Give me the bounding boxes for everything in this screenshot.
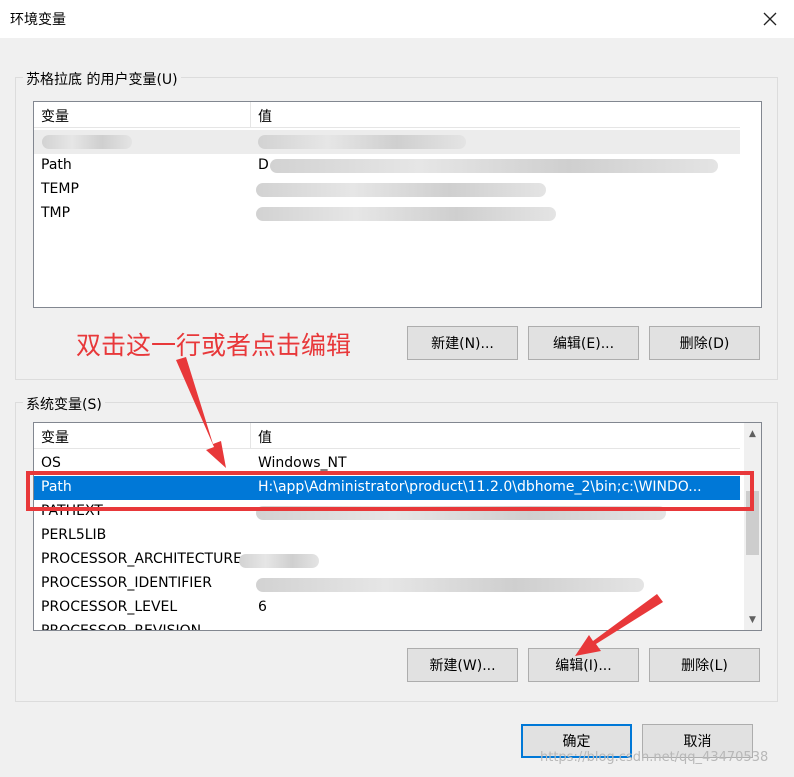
column-header-name[interactable]: 变量	[41, 106, 69, 126]
system-edit-button[interactable]: 编辑(I)...	[528, 648, 639, 682]
variable-name: PERL5LIB	[41, 527, 107, 543]
title-bar: 环境变量	[0, 0, 794, 38]
system-variables-label: 系统变量(S)	[23, 394, 105, 414]
variable-value: Windows_NT	[258, 455, 347, 471]
system-variables-list[interactable]: 变量 值 OS Windows_NT Path H:\app\Administr…	[33, 422, 762, 631]
user-edit-button[interactable]: 编辑(E)...	[528, 326, 639, 360]
system-delete-button[interactable]: 删除(L)	[649, 648, 760, 682]
list-header: 变量 值	[34, 423, 740, 449]
variable-name: PROCESSOR_IDENTIFIER	[41, 575, 212, 591]
column-header-value[interactable]: 值	[258, 427, 272, 447]
redacted-value	[256, 207, 556, 221]
variable-name: OS	[41, 455, 61, 471]
variable-name: PROCESSOR_REVISION	[41, 623, 202, 631]
redacted-value	[256, 578, 644, 592]
system-new-button[interactable]: 新建(W)...	[407, 648, 518, 682]
column-header-value[interactable]: 值	[258, 106, 272, 126]
variable-name: PROCESSOR_LEVEL	[41, 599, 178, 615]
user-new-button[interactable]: 新建(N)...	[407, 326, 518, 360]
close-button[interactable]	[746, 0, 794, 38]
redacted-value	[256, 183, 546, 197]
highlight-box	[26, 471, 754, 511]
user-delete-button[interactable]: 删除(D)	[649, 326, 760, 360]
variable-name: Path	[41, 157, 72, 173]
list-item[interactable]: PROCESSOR_ARCHITECTURE	[34, 548, 740, 572]
list-item[interactable]: PROCESSOR_REVISION	[34, 620, 740, 631]
scroll-down-icon[interactable]: ▼	[744, 611, 761, 628]
annotation-text: 双击这一行或者点击编辑	[76, 331, 352, 360]
column-divider[interactable]	[250, 423, 251, 449]
user-variables-label: 苏格拉底 的用户变量(U)	[23, 69, 181, 89]
column-divider[interactable]	[250, 102, 251, 128]
redacted-value	[239, 554, 319, 568]
variable-value: D	[258, 157, 269, 173]
watermark: https://blog.csdn.net/qq_43470538	[540, 750, 769, 765]
window-title: 环境变量	[10, 12, 66, 28]
list-header: 变量 值	[34, 102, 740, 128]
variable-name: PROCESSOR_ARCHITECTURE	[41, 551, 242, 567]
vertical-scrollbar[interactable]: ▲ ▼	[744, 423, 761, 630]
redacted-value	[258, 135, 466, 149]
variable-name: TEMP	[41, 181, 79, 197]
list-item[interactable]: PERL5LIB	[34, 524, 740, 548]
column-header-name[interactable]: 变量	[41, 427, 69, 447]
list-item[interactable]: PROCESSOR_LEVEL 6	[34, 596, 740, 620]
close-icon	[763, 12, 777, 26]
redacted-value	[270, 159, 718, 173]
variable-name: TMP	[41, 205, 71, 221]
user-variables-list[interactable]: 变量 值 Path D TEMP TMP	[33, 101, 762, 308]
variable-value: 6	[258, 599, 267, 615]
scroll-up-icon[interactable]: ▲	[744, 425, 761, 442]
redacted-value	[42, 135, 132, 149]
